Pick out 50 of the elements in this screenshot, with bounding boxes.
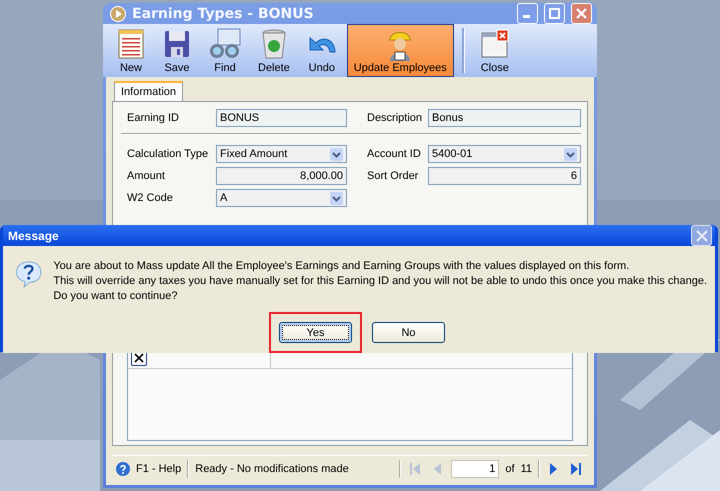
close-icon	[696, 230, 708, 242]
field-label: W2 Code	[127, 192, 174, 204]
close-button[interactable]	[691, 225, 712, 246]
message-text: You are about to Mass update All the Employee's Earnings and Earning Groups with the values displayed on this form.	[53, 259, 630, 274]
close-window-icon	[480, 28, 510, 60]
close-icon	[576, 8, 587, 19]
input-field[interactable]: BONUS	[216, 109, 347, 127]
help-hint: F1 - Help	[136, 462, 182, 474]
toolbar-button[interactable]: Delete	[251, 24, 297, 77]
input-field[interactable]: Bonus	[428, 109, 581, 127]
page-of-label: of	[505, 462, 515, 474]
close-icon	[134, 353, 144, 363]
field-label: Account ID	[367, 148, 422, 160]
toolbar-button[interactable]: Update Employees	[346, 24, 454, 77]
dropdown-field[interactable]: Fixed Amount	[216, 145, 347, 163]
input-field[interactable]: 8,000.00	[216, 167, 347, 185]
page-count: 11	[520, 462, 532, 474]
dialog-title: Message	[8, 228, 59, 242]
toolbar-button[interactable]: Close	[472, 24, 517, 77]
binoculars-icon	[208, 28, 242, 60]
toolbar-button[interactable]: Undo	[298, 24, 345, 77]
last-page-icon	[570, 462, 582, 476]
tab[interactable]: Information	[114, 81, 184, 101]
app-icon	[110, 6, 126, 22]
dialog-button[interactable]: No	[372, 322, 445, 343]
message-text: Do you want to continue?	[53, 289, 178, 304]
dialog-button[interactable]: Yes	[279, 322, 352, 343]
status-message: Ready - No modifications made	[195, 462, 350, 474]
toolbar-button[interactable]: Find	[201, 24, 249, 77]
field-label: Earning ID	[127, 112, 180, 124]
maximize-icon	[549, 8, 560, 19]
field-label: Description	[367, 112, 424, 124]
recycle-bin-icon	[260, 28, 288, 60]
toolbar-button[interactable]: New	[109, 24, 153, 77]
nav-button[interactable]	[568, 460, 584, 476]
document-icon	[116, 28, 146, 60]
field-label: Amount	[127, 170, 166, 182]
field-label: Calculation Type	[127, 148, 210, 160]
first-page-icon	[409, 462, 422, 476]
field-label: Sort Order	[367, 170, 420, 182]
page-number-field[interactable]: 1	[451, 460, 500, 478]
maximize-button[interactable]	[544, 3, 565, 24]
help-icon	[116, 462, 130, 476]
dropdown-field[interactable]: A	[216, 189, 347, 207]
minimize-button[interactable]	[517, 3, 538, 24]
window-title: Earning Types - BONUS	[132, 6, 315, 22]
message-text: This will override any taxes you have manually set for this Earning ID and you will not be able to undo this once you make this change.	[53, 274, 707, 289]
dropdown-field[interactable]: 5400-01	[428, 145, 581, 163]
input-field[interactable]: 6	[428, 167, 581, 185]
toolbar-button[interactable]: Save	[155, 24, 199, 77]
